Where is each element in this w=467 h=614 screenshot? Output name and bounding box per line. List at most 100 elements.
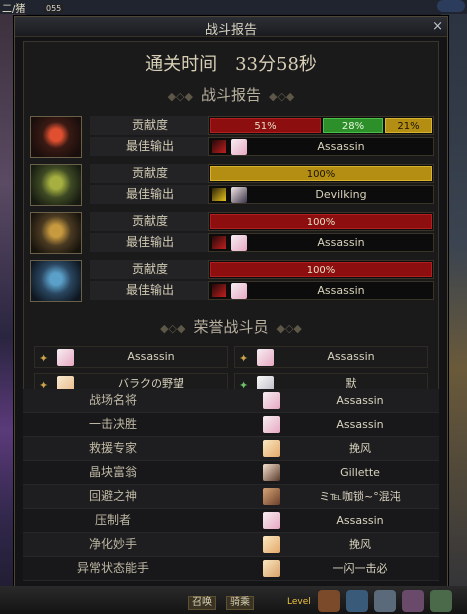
best-output-name: Assassin: [317, 236, 365, 249]
contribution-bar: 100%: [208, 212, 434, 231]
gold-class-avatar: [30, 212, 82, 254]
game-topbar: [0, 0, 467, 14]
battle-report-window: 战斗报告 × 通关时间 33分58秒 ◆◇◆ 战斗报告 ◆◇◆ 贡献度 最佳输出 51%…: [14, 16, 448, 590]
section-honor: ◆◇◆ 荣誉战斗员 ◆◇◆: [24, 316, 438, 337]
best-output-name: Devilking: [315, 188, 367, 201]
dark-haired-char-icon: [263, 464, 280, 481]
green-class-avatar: [30, 164, 82, 206]
award-table: 战场名将 Assassin 一击决胜 Assassin 救援专家 挽风 晶块富翁 Gil…: [23, 389, 439, 581]
best-output-label: 最佳输出: [90, 281, 210, 300]
pink-haired-char-icon: [231, 283, 247, 299]
red-weapon-icon: [212, 284, 226, 297]
award-row[interactable]: 一击决胜 Assassin: [23, 413, 439, 437]
contribution-label: 贡献度: [90, 116, 210, 135]
yellow-weapon-icon: [212, 188, 226, 201]
honor-name: Assassin: [327, 350, 375, 363]
report-panel: 通关时间 33分58秒 ◆◇◆ 战斗报告 ◆◇◆ 贡献度 最佳输出 51% 28% 21% A…: [23, 41, 439, 395]
award-name: 一闪一击必: [332, 562, 388, 575]
brown-char-icon: [263, 488, 280, 505]
topbar-left-text: 二/猪: [2, 4, 26, 15]
deco-left: ◆◇◆: [160, 322, 186, 335]
award-row[interactable]: 战场名将 Assassin: [23, 389, 439, 413]
award-title: 战场名将: [88, 393, 137, 407]
award-name: Gillette: [340, 466, 380, 479]
best-output-box[interactable]: Devilking: [208, 185, 434, 204]
best-output-name: Assassin: [317, 284, 365, 297]
contribution-segment-red: 100%: [210, 262, 432, 277]
best-output-label: 最佳输出: [90, 185, 210, 204]
blonde-char-icon: [263, 560, 280, 577]
pink-haired-char-icon: [57, 349, 74, 366]
contribution-segment-yellow: 21%: [385, 118, 432, 133]
blue-class-avatar: [30, 260, 82, 302]
best-output-box[interactable]: Assassin: [208, 233, 434, 252]
deco-left: ◆◇◆: [167, 90, 193, 103]
award-title: 一击决胜: [88, 417, 137, 431]
honor-name: Assassin: [127, 350, 175, 363]
mount-button[interactable]: 骑乘: [226, 596, 254, 610]
pink-haired-char-icon: [263, 416, 280, 433]
contribution-label: 贡献度: [90, 260, 210, 279]
best-output-name: Assassin: [317, 140, 365, 153]
award-name: ミ℡咖锁~°混沌: [319, 490, 401, 503]
level-label: Level: [287, 597, 311, 607]
section-honor-label: 荣誉战斗员: [193, 318, 269, 336]
window-title-bar[interactable]: 战斗报告 ×: [15, 17, 447, 38]
contribution-segment-red: 51%: [210, 118, 321, 133]
window-title: 战斗报告: [204, 23, 257, 38]
contribution-bar: 100%: [208, 164, 434, 183]
pink-haired-char-icon: [263, 512, 280, 529]
award-title: 救援专家: [88, 441, 137, 455]
best-output-label: 最佳输出: [90, 137, 210, 156]
best-output-box[interactable]: Assassin: [208, 281, 434, 300]
award-row[interactable]: 净化妙手 挽风: [23, 533, 439, 557]
award-name: 挽风: [349, 442, 371, 455]
settings-icon[interactable]: [374, 590, 396, 612]
map-icon[interactable]: [430, 590, 452, 612]
best-output-label: 最佳输出: [90, 233, 210, 252]
dark-haired-char-icon: [231, 187, 247, 203]
blonde-char-icon: [263, 536, 280, 553]
award-name: Assassin: [336, 418, 384, 431]
red-weapon-icon: [212, 140, 226, 153]
player-row: 贡献度最佳输出 100% Devilking: [30, 164, 434, 210]
topbar-right-icon[interactable]: [437, 0, 465, 12]
award-row[interactable]: 回避之神 ミ℡咖锁~°混沌: [23, 485, 439, 509]
section-battle-report-label: 战斗报告: [200, 86, 261, 104]
medal-icon: ✦: [239, 352, 249, 365]
player-row: 贡献度 最佳输出 100% Assassin: [30, 212, 434, 258]
menu-icon[interactable]: [346, 590, 368, 612]
pink-haired-char-icon: [263, 392, 280, 409]
player-row: 贡献度最佳输出 100% Assassin: [30, 260, 434, 306]
blonde-char-icon: [263, 440, 280, 457]
pink-haired-char-icon: [257, 349, 274, 366]
award-name: 挽风: [349, 538, 371, 551]
award-title: 晶块富翁: [88, 465, 137, 479]
contribution-bar: 100%: [208, 260, 434, 279]
award-row[interactable]: 晶块富翁 Gillette: [23, 461, 439, 485]
honor-cell[interactable]: ✦ Assassin: [234, 346, 428, 368]
contribution-segment-green: 28%: [323, 118, 383, 133]
award-row[interactable]: 压制者 Assassin: [23, 509, 439, 533]
red-weapon-icon: [212, 236, 226, 249]
deco-right: ◆◇◆: [276, 322, 302, 335]
close-icon[interactable]: ×: [432, 19, 443, 34]
award-row[interactable]: 异常状态能手 一闪一击必: [23, 557, 439, 581]
award-name: Assassin: [336, 514, 384, 527]
fire-class-avatar: [30, 116, 82, 158]
best-output-box[interactable]: Assassin: [208, 137, 434, 156]
award-row[interactable]: 救援专家 挽风: [23, 437, 439, 461]
topbar-badge: 055: [44, 4, 64, 13]
game-bottom-bar: 召唤 骑乘 Level: [0, 586, 467, 614]
pink-haired-char-icon: [231, 139, 247, 155]
contribution-label: 贡献度: [90, 164, 210, 183]
player-row: 贡献度最佳输出 51% 28% 21% Assassin: [30, 116, 434, 162]
character-icon[interactable]: [318, 590, 340, 612]
summon-button[interactable]: 召唤: [188, 596, 216, 610]
mail-icon[interactable]: [402, 590, 424, 612]
contribution-segment-yellow: 100%: [210, 166, 432, 181]
honor-cell[interactable]: ✦ Assassin: [34, 346, 228, 368]
clear-time: 通关时间 33分58秒: [145, 54, 317, 75]
deco-right: ◆◇◆: [269, 90, 295, 103]
section-battle-report: ◆◇◆ 战斗报告 ◆◇◆: [24, 84, 438, 105]
